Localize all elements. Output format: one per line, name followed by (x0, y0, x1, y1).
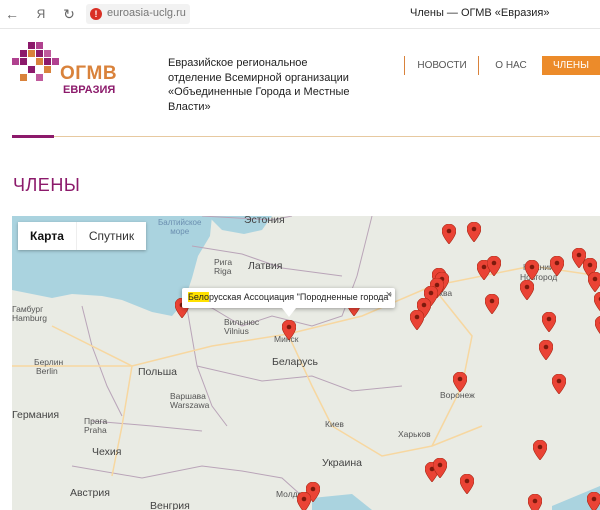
close-icon[interactable]: × (386, 289, 392, 301)
map-type-control: Карта Спутник (18, 222, 147, 250)
marker-info-text: Белорусская Ассоциация "Породненные горо… (188, 292, 392, 302)
map-marker-icon[interactable] (410, 310, 424, 330)
map-label: Германия (12, 409, 60, 421)
map-label: Польша (138, 366, 178, 378)
map-label: Киев (325, 419, 344, 429)
reload-icon[interactable]: ↻ (59, 4, 79, 24)
marker-info-rest: русская Ассоциация "Породненные города" (208, 292, 392, 302)
map-marker-icon[interactable] (587, 492, 600, 510)
map-marker-icon[interactable] (595, 316, 600, 336)
nav-members[interactable]: ЧЛЕНЫ (542, 56, 600, 75)
map-marker-icon[interactable] (528, 494, 542, 510)
info-window-tail (282, 308, 296, 317)
search-highlight: Бело (188, 292, 209, 302)
map-marker-icon[interactable] (552, 374, 566, 394)
page-title: ЧЛЕНЫ (13, 175, 81, 195)
yandex-icon[interactable]: Я (31, 4, 51, 24)
logo-text-eurasia: ЕВРАЗИЯ (63, 84, 116, 96)
map-marker-icon[interactable] (542, 312, 556, 332)
browser-toolbar: ← Я ↻ ! euroasia-uclg.ru Члены — ОГМВ «Е… (0, 0, 600, 29)
map-marker-icon[interactable] (485, 294, 499, 314)
map-marker-icon[interactable] (594, 292, 600, 312)
map-label: Praha (84, 425, 107, 435)
header-divider-accent (12, 135, 54, 138)
map-marker-icon[interactable] (539, 340, 553, 360)
marker-info-window[interactable]: Белорусская Ассоциация "Породненные горо… (182, 288, 395, 317)
map-label: Эстония (244, 216, 285, 226)
map-label: Berlin (36, 366, 58, 376)
map-label: Венгрия (150, 500, 190, 510)
back-arrow-icon[interactable]: ← (2, 4, 22, 24)
map-marker-icon[interactable] (520, 280, 534, 300)
map-type-map-button[interactable]: Карта (18, 222, 76, 250)
map-marker-icon[interactable] (533, 440, 547, 460)
map-label: Vilnius (224, 326, 249, 336)
map-marker-icon[interactable] (297, 492, 311, 510)
map-marker-icon[interactable] (282, 320, 296, 340)
map-marker-icon[interactable] (487, 256, 501, 276)
nav-about[interactable]: О НАС (478, 56, 544, 75)
nav-news[interactable]: НОВОСТИ (404, 56, 479, 75)
url-text: euroasia-uclg.ru (107, 7, 186, 19)
map-marker-icon[interactable] (588, 272, 600, 292)
logo-text-ogmv: ОГМВ (60, 63, 118, 84)
map-label: Балтийское море (158, 218, 202, 236)
map-label: Беларусь (272, 356, 318, 368)
map-marker-icon[interactable] (550, 256, 564, 276)
map-label: Warszawa (170, 400, 210, 410)
security-warning-icon[interactable]: ! (90, 8, 102, 20)
header-divider (12, 136, 600, 137)
map-type-satellite-button[interactable]: Спутник (75, 222, 146, 250)
map-marker-icon[interactable] (433, 458, 447, 478)
map-marker-icon[interactable] (460, 474, 474, 494)
map-marker-icon[interactable] (442, 224, 456, 244)
map-label: Украина (322, 457, 362, 469)
map-marker-icon[interactable] (453, 372, 467, 392)
map-label: Австрия (70, 487, 110, 499)
map-label: Hamburg (12, 313, 47, 323)
map-label: Чехия (92, 446, 122, 458)
map-label: Латвия (248, 260, 283, 272)
address-bar[interactable]: ! euroasia-uclg.ru (86, 4, 190, 24)
map-marker-icon[interactable] (467, 222, 481, 242)
map-label: Харьков (398, 429, 431, 439)
map-label: Riga (214, 266, 232, 276)
page-tab-title: Члены — ОГМВ «Евразия» (410, 7, 550, 19)
map-marker-icon[interactable] (525, 260, 539, 280)
organization-name: Евразийское региональное отделение Всеми… (168, 57, 350, 113)
members-map[interactable]: Карта Спутник Эстония Балтийское море Риг… (12, 216, 600, 510)
logo[interactable]: ОГМВ ЕВРАЗИЯ (12, 40, 122, 102)
